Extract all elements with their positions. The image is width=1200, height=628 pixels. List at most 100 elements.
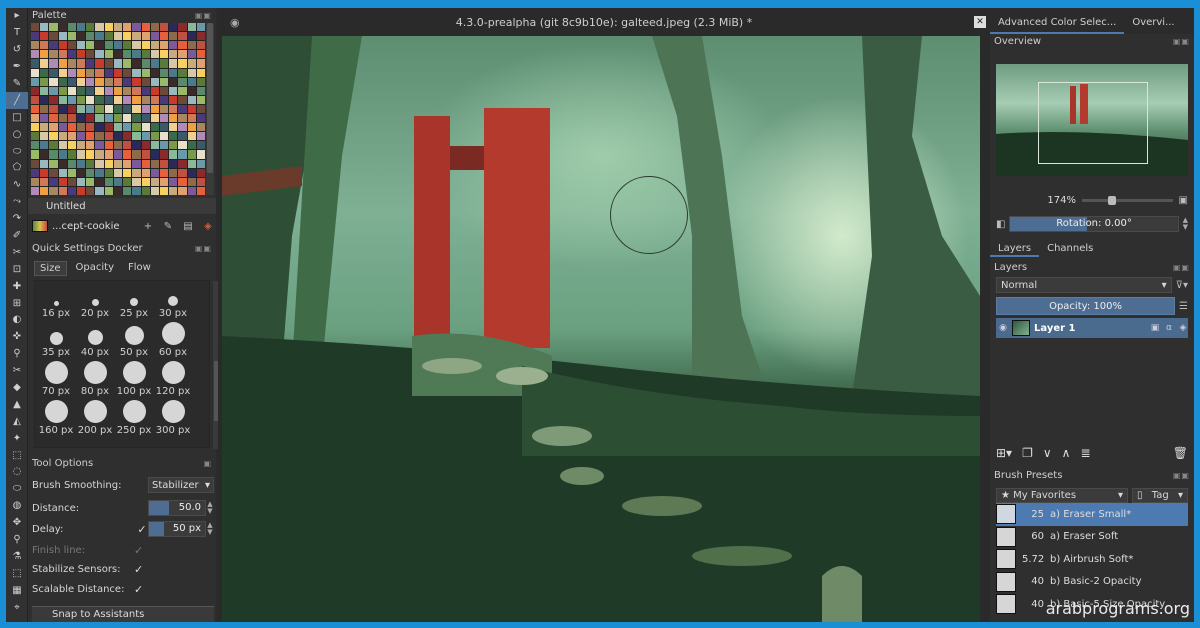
palette-swatch[interactable] [49, 77, 58, 86]
palette-swatch[interactable] [40, 177, 49, 186]
palette-swatch[interactable] [132, 132, 141, 141]
palette-swatch[interactable] [187, 95, 196, 104]
palette-swatch[interactable] [169, 32, 178, 41]
palette-swatch[interactable] [132, 86, 141, 95]
palette-swatch[interactable] [95, 23, 104, 32]
palette-swatch[interactable] [159, 177, 169, 186]
palette-swatch[interactable] [95, 59, 104, 68]
palette-swatch[interactable] [86, 59, 95, 68]
palette-swatch[interactable] [150, 41, 159, 50]
palette-swatch[interactable] [178, 132, 187, 141]
palette-swatch[interactable] [95, 186, 104, 195]
palette-swatch[interactable] [86, 114, 95, 123]
palette-swatch[interactable] [196, 104, 205, 114]
palette-swatch[interactable] [40, 41, 49, 50]
palette-swatch[interactable] [196, 123, 205, 132]
overview-viewport-frame[interactable] [1038, 82, 1148, 164]
brush-size-item[interactable]: 40 px [76, 320, 114, 358]
palette-swatch[interactable] [86, 50, 95, 59]
tool-10-icon[interactable]: ∿ [6, 177, 28, 194]
palette-swatch[interactable] [58, 141, 67, 150]
palette-swatch[interactable] [67, 23, 77, 32]
tool-17-icon[interactable]: ⊞ [6, 295, 28, 312]
palette-swatch[interactable] [104, 68, 113, 77]
palette-swatch[interactable] [49, 168, 58, 177]
palette-swatch[interactable] [113, 68, 123, 77]
palette-swatch[interactable] [104, 59, 113, 68]
palette-swatch[interactable] [49, 23, 58, 32]
palette-swatch[interactable] [150, 141, 159, 150]
palette-swatch[interactable] [132, 123, 141, 132]
palette-swatch[interactable] [58, 86, 67, 95]
close-icon[interactable]: ✕ [974, 16, 986, 28]
palette-swatch[interactable] [132, 114, 141, 123]
palette-swatch[interactable] [67, 141, 77, 150]
palette-swatch[interactable] [123, 77, 132, 86]
move-down-icon[interactable]: ∨ [1043, 446, 1052, 460]
add-layer-icon[interactable]: ⊞▾ [996, 446, 1012, 460]
palette-swatch[interactable] [169, 95, 178, 104]
tool-15-icon[interactable]: ⊡ [6, 261, 28, 278]
palette-swatch[interactable] [159, 23, 169, 32]
mirror-icon[interactable]: ◧ [996, 219, 1005, 230]
palette-swatch[interactable] [141, 104, 150, 114]
palette-swatch[interactable] [104, 186, 113, 195]
brush-preset-item[interactable]: 25 a) Eraser Small* [996, 503, 1188, 526]
palette-scrollbar[interactable] [206, 23, 214, 195]
palette-swatch[interactable] [196, 177, 205, 186]
brush-size-item[interactable]: 100 px [115, 359, 153, 397]
palette-swatch[interactable] [67, 114, 77, 123]
palette-swatch[interactable] [187, 23, 196, 32]
palette-swatch[interactable] [123, 68, 132, 77]
palette-swatch[interactable] [187, 68, 196, 77]
palette-swatch[interactable] [187, 141, 196, 150]
palette-swatch[interactable] [49, 114, 58, 123]
palette-swatch[interactable] [141, 123, 150, 132]
palette-swatch[interactable] [31, 59, 40, 68]
palette-swatch[interactable] [187, 59, 196, 68]
brush-size-item[interactable]: 25 px [115, 281, 153, 319]
tool-14-icon[interactable]: ✂ [6, 244, 28, 261]
palette-swatch[interactable] [104, 114, 113, 123]
palette-swatch[interactable] [113, 150, 123, 159]
palette-swatch[interactable] [86, 77, 95, 86]
palette-swatch[interactable] [141, 150, 150, 159]
palette-swatch[interactable] [169, 123, 178, 132]
palette-swatch[interactable] [169, 104, 178, 114]
brush-size-item[interactable]: 50 px [115, 320, 153, 358]
palette-swatch[interactable] [77, 23, 86, 32]
palette-swatch[interactable] [95, 77, 104, 86]
palette-swatch[interactable] [86, 104, 95, 114]
palette-swatch[interactable] [178, 50, 187, 59]
palette-swatch[interactable] [86, 68, 95, 77]
palette-swatch[interactable] [159, 141, 169, 150]
tool-20-icon[interactable]: ⚲ [6, 346, 28, 363]
blend-mode-select[interactable]: Normal ▾ [996, 277, 1172, 293]
palette-swatch[interactable] [86, 132, 95, 141]
palette-swatch[interactable] [187, 86, 196, 95]
palette-swatch[interactable] [49, 150, 58, 159]
tab-channels[interactable]: Channels [1039, 239, 1101, 257]
inherit-alpha-icon[interactable]: ◈ [1178, 323, 1188, 333]
palette-swatch[interactable] [77, 95, 86, 104]
palette-swatch[interactable] [178, 186, 187, 195]
palette-swatch[interactable] [178, 32, 187, 41]
dock-controls-icon[interactable]: ▣ [203, 459, 212, 468]
palette-swatch[interactable] [113, 123, 123, 132]
palette-swatch[interactable] [31, 141, 40, 150]
palette-swatch[interactable] [187, 123, 196, 132]
palette-swatch[interactable] [67, 150, 77, 159]
palette-swatch[interactable] [86, 177, 95, 186]
tool-21-icon[interactable]: ✂ [6, 363, 28, 380]
palette-swatch[interactable] [104, 141, 113, 150]
palette-swatch[interactable] [150, 77, 159, 86]
palette-swatch[interactable] [150, 123, 159, 132]
gradient-icon[interactable] [32, 220, 48, 232]
palette-swatch[interactable] [178, 168, 187, 177]
tool-16-icon[interactable]: ✚ [6, 278, 28, 295]
palette-swatch[interactable] [141, 132, 150, 141]
palette-swatch[interactable] [77, 177, 86, 186]
palette-swatch[interactable] [141, 141, 150, 150]
palette-swatch[interactable] [150, 186, 159, 195]
palette-swatch[interactable] [40, 23, 49, 32]
